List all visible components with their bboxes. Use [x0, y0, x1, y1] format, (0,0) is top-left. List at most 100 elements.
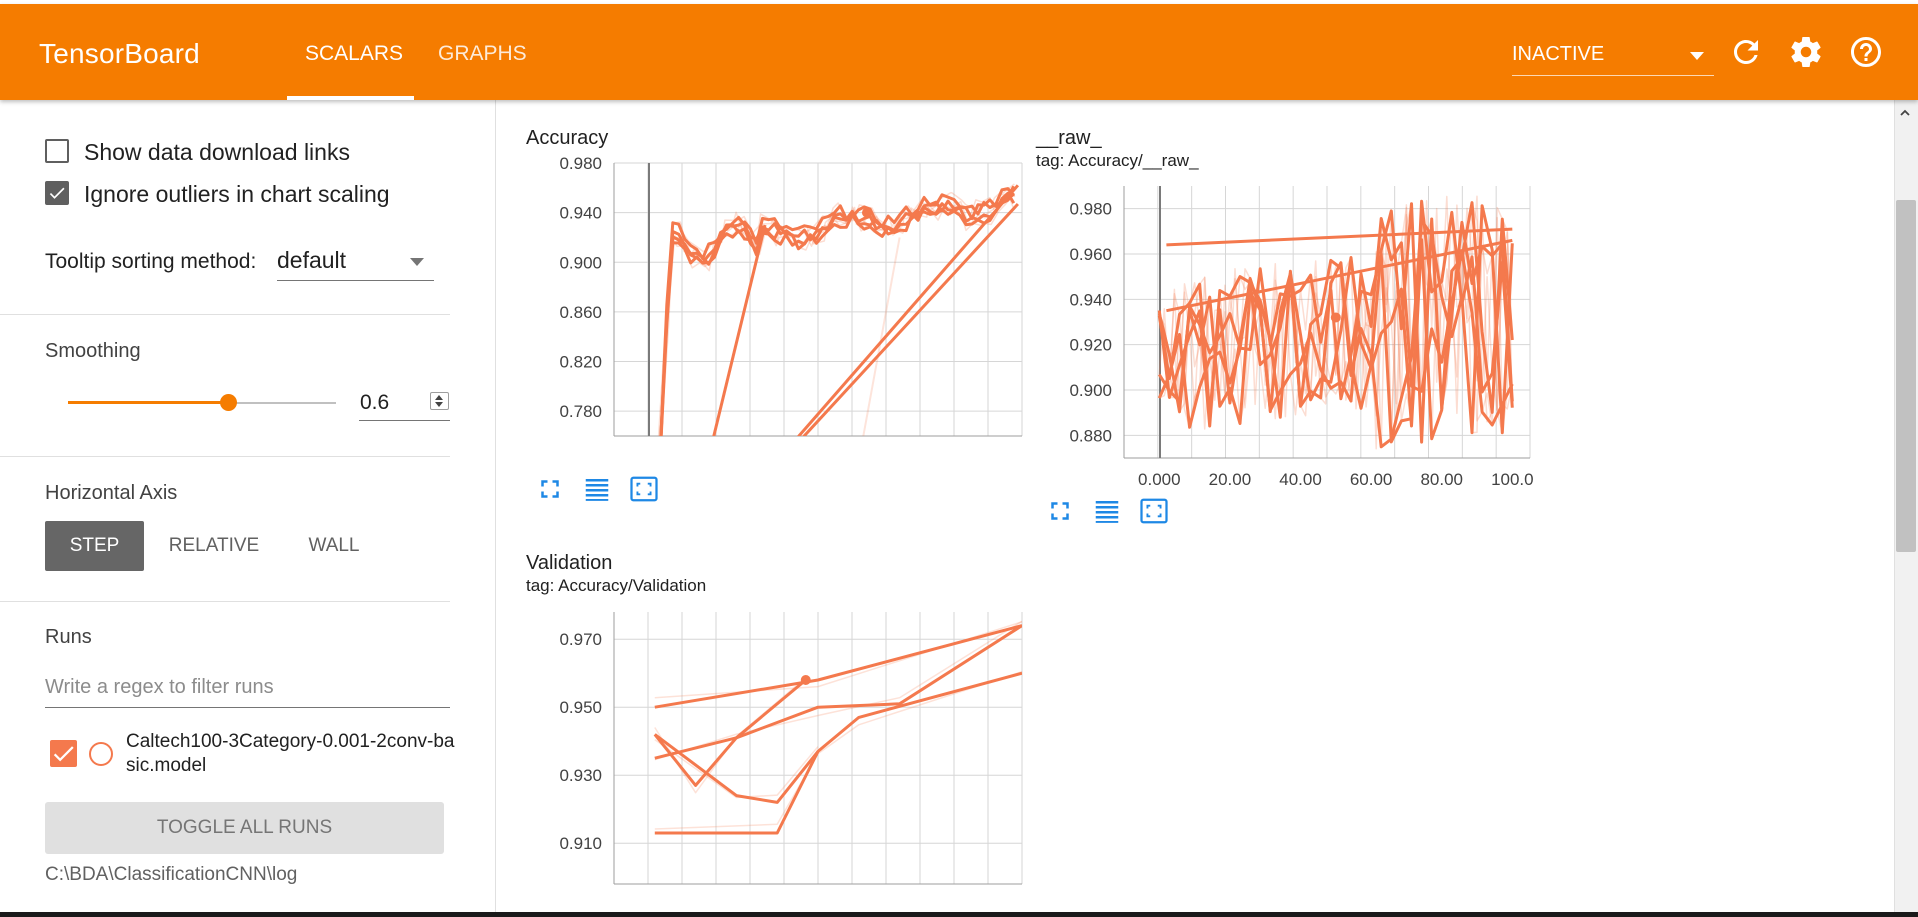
y-tick-label: 0.980 — [1069, 200, 1112, 219]
series-line — [654, 671, 1022, 835]
smoothing-input[interactable]: 0.6 — [359, 388, 450, 421]
raw-series-line — [1158, 195, 1514, 448]
tooltip-sorting-dropdown[interactable]: default — [277, 244, 434, 281]
series-group — [1157, 195, 1514, 450]
toggle-all-runs-button[interactable]: TOGGLE ALL RUNS — [45, 802, 444, 854]
raw-series-line — [862, 237, 901, 436]
tooltip-sorting-value: default — [277, 247, 347, 273]
gear-icon[interactable] — [1788, 34, 1824, 70]
series-group — [653, 620, 1022, 835]
smoothing-value: 0.6 — [360, 391, 390, 414]
axis-wall-button[interactable]: WALL — [292, 521, 376, 571]
help-icon[interactable] — [1848, 34, 1884, 70]
series-line — [796, 184, 1020, 436]
scroll-up-icon[interactable] — [1899, 107, 1911, 119]
series-line — [659, 185, 1016, 436]
series-line — [659, 187, 1015, 436]
y-tick-label: 0.780 — [559, 402, 602, 421]
chart-title-raw: __raw_ — [1036, 127, 1102, 149]
run-name: Caltech100-3Category-0.001-2conv-basic.m… — [126, 731, 455, 776]
fullscreen-icon[interactable] — [1045, 496, 1075, 526]
axis-step-button[interactable]: STEP — [45, 521, 144, 571]
raw-series-line — [654, 677, 807, 794]
x-tick-label: 0.000 — [1138, 470, 1181, 489]
y-tick-label: 0.900 — [1069, 381, 1112, 400]
runs-filter-placeholder: Write a regex to filter runs — [45, 676, 274, 698]
check-icon — [53, 746, 74, 762]
os-taskbar-edge — [0, 912, 1918, 917]
hover-marker — [1330, 312, 1341, 323]
raw-series-line — [659, 183, 1015, 436]
raw-series-line — [654, 621, 1022, 699]
raw-series-line — [654, 620, 1022, 761]
x-tick-label: 40.00 — [1279, 470, 1322, 489]
series-line — [659, 192, 1015, 436]
show-download-links-checkbox[interactable] — [45, 139, 69, 163]
raw-series-line — [1158, 200, 1514, 426]
raw-series-line — [657, 188, 1016, 436]
smoothing-slider-track-filled[interactable] — [68, 401, 228, 404]
y-tick-label: 0.980 — [559, 154, 602, 173]
log-directory: C:\BDA\ClassificationCNN\log — [45, 864, 298, 885]
run-radio-button[interactable] — [89, 742, 113, 766]
series-group — [657, 183, 1020, 436]
sidebar: Show data download links Ignore outliers… — [0, 100, 496, 917]
app-title: TensorBoard — [39, 38, 200, 69]
series-line — [659, 191, 1016, 436]
scrollbar-thumb[interactable] — [1896, 200, 1916, 552]
data-table-icon[interactable] — [582, 474, 612, 504]
ignore-outliers-label: Ignore outliers in chart scaling — [84, 181, 390, 207]
chart-tag-raw: tag: Accuracy/__raw_ — [1036, 151, 1199, 170]
series-line — [1157, 204, 1514, 449]
y-tick-label: 0.940 — [1069, 290, 1112, 309]
series-line — [1158, 217, 1514, 427]
reload-icon[interactable] — [1728, 34, 1764, 70]
runs-title: Runs — [45, 626, 92, 648]
fit-domain-icon[interactable] — [1139, 496, 1169, 526]
axis-relative-button[interactable]: RELATIVE — [160, 521, 268, 571]
smoothing-slider-knob[interactable] — [220, 394, 237, 411]
y-tick-label: 0.860 — [559, 303, 602, 322]
y-tick-label: 0.930 — [559, 766, 602, 785]
series-line — [654, 624, 1022, 760]
series-line — [1157, 201, 1514, 441]
chart-title-validation: Validation — [526, 552, 613, 574]
series-line — [1157, 202, 1514, 444]
raw-series-line — [654, 670, 1022, 830]
data-table-icon[interactable] — [1092, 496, 1122, 526]
chart-tag-validation: tag: Accuracy/Validation — [526, 576, 707, 595]
tab-graphs[interactable]: GRAPHS — [438, 42, 527, 66]
raw-series-line — [660, 198, 1012, 436]
tab-scalars[interactable]: SCALARS — [305, 42, 403, 66]
fit-domain-icon[interactable] — [629, 474, 659, 504]
y-tick-label: 0.940 — [559, 204, 602, 223]
series-line — [712, 224, 767, 436]
chevron-down-icon — [410, 258, 424, 266]
runs-filter-input[interactable]: Write a regex to filter runs — [45, 668, 450, 708]
active-tab-indicator — [287, 96, 414, 100]
raw-series-line — [1158, 201, 1514, 440]
tooltip-sorting-label: Tooltip sorting method: — [45, 250, 257, 273]
ignore-outliers-checkbox[interactable] — [45, 181, 69, 205]
smoothing-slider-track[interactable] — [228, 402, 336, 404]
top-toolbar: TensorBoard SCALARS GRAPHS INACTIVE — [0, 4, 1918, 100]
raw-series-line — [1158, 202, 1514, 443]
x-tick-label: 60.00 — [1350, 470, 1393, 489]
series-line — [653, 733, 820, 804]
raw-series-line — [654, 739, 819, 799]
y-tick-label: 0.970 — [559, 630, 602, 649]
y-tick-label: 0.910 — [559, 834, 602, 853]
run-checkbox[interactable] — [50, 740, 77, 767]
series-line — [1166, 238, 1513, 313]
y-tick-label: 0.920 — [1069, 336, 1112, 355]
horizontal-axis-title: Horizontal Axis — [45, 482, 178, 504]
raw-series-line — [1158, 195, 1514, 450]
spinner-arrows-icon[interactable] — [430, 392, 449, 410]
run-status-dropdown[interactable]: INACTIVE — [1512, 38, 1714, 76]
y-tick-label: 0.950 — [559, 698, 602, 717]
divider — [0, 314, 450, 315]
smoothing-title: Smoothing — [45, 340, 141, 362]
fullscreen-icon[interactable] — [535, 474, 565, 504]
y-tick-label: 0.900 — [559, 253, 602, 272]
divider — [0, 456, 450, 457]
